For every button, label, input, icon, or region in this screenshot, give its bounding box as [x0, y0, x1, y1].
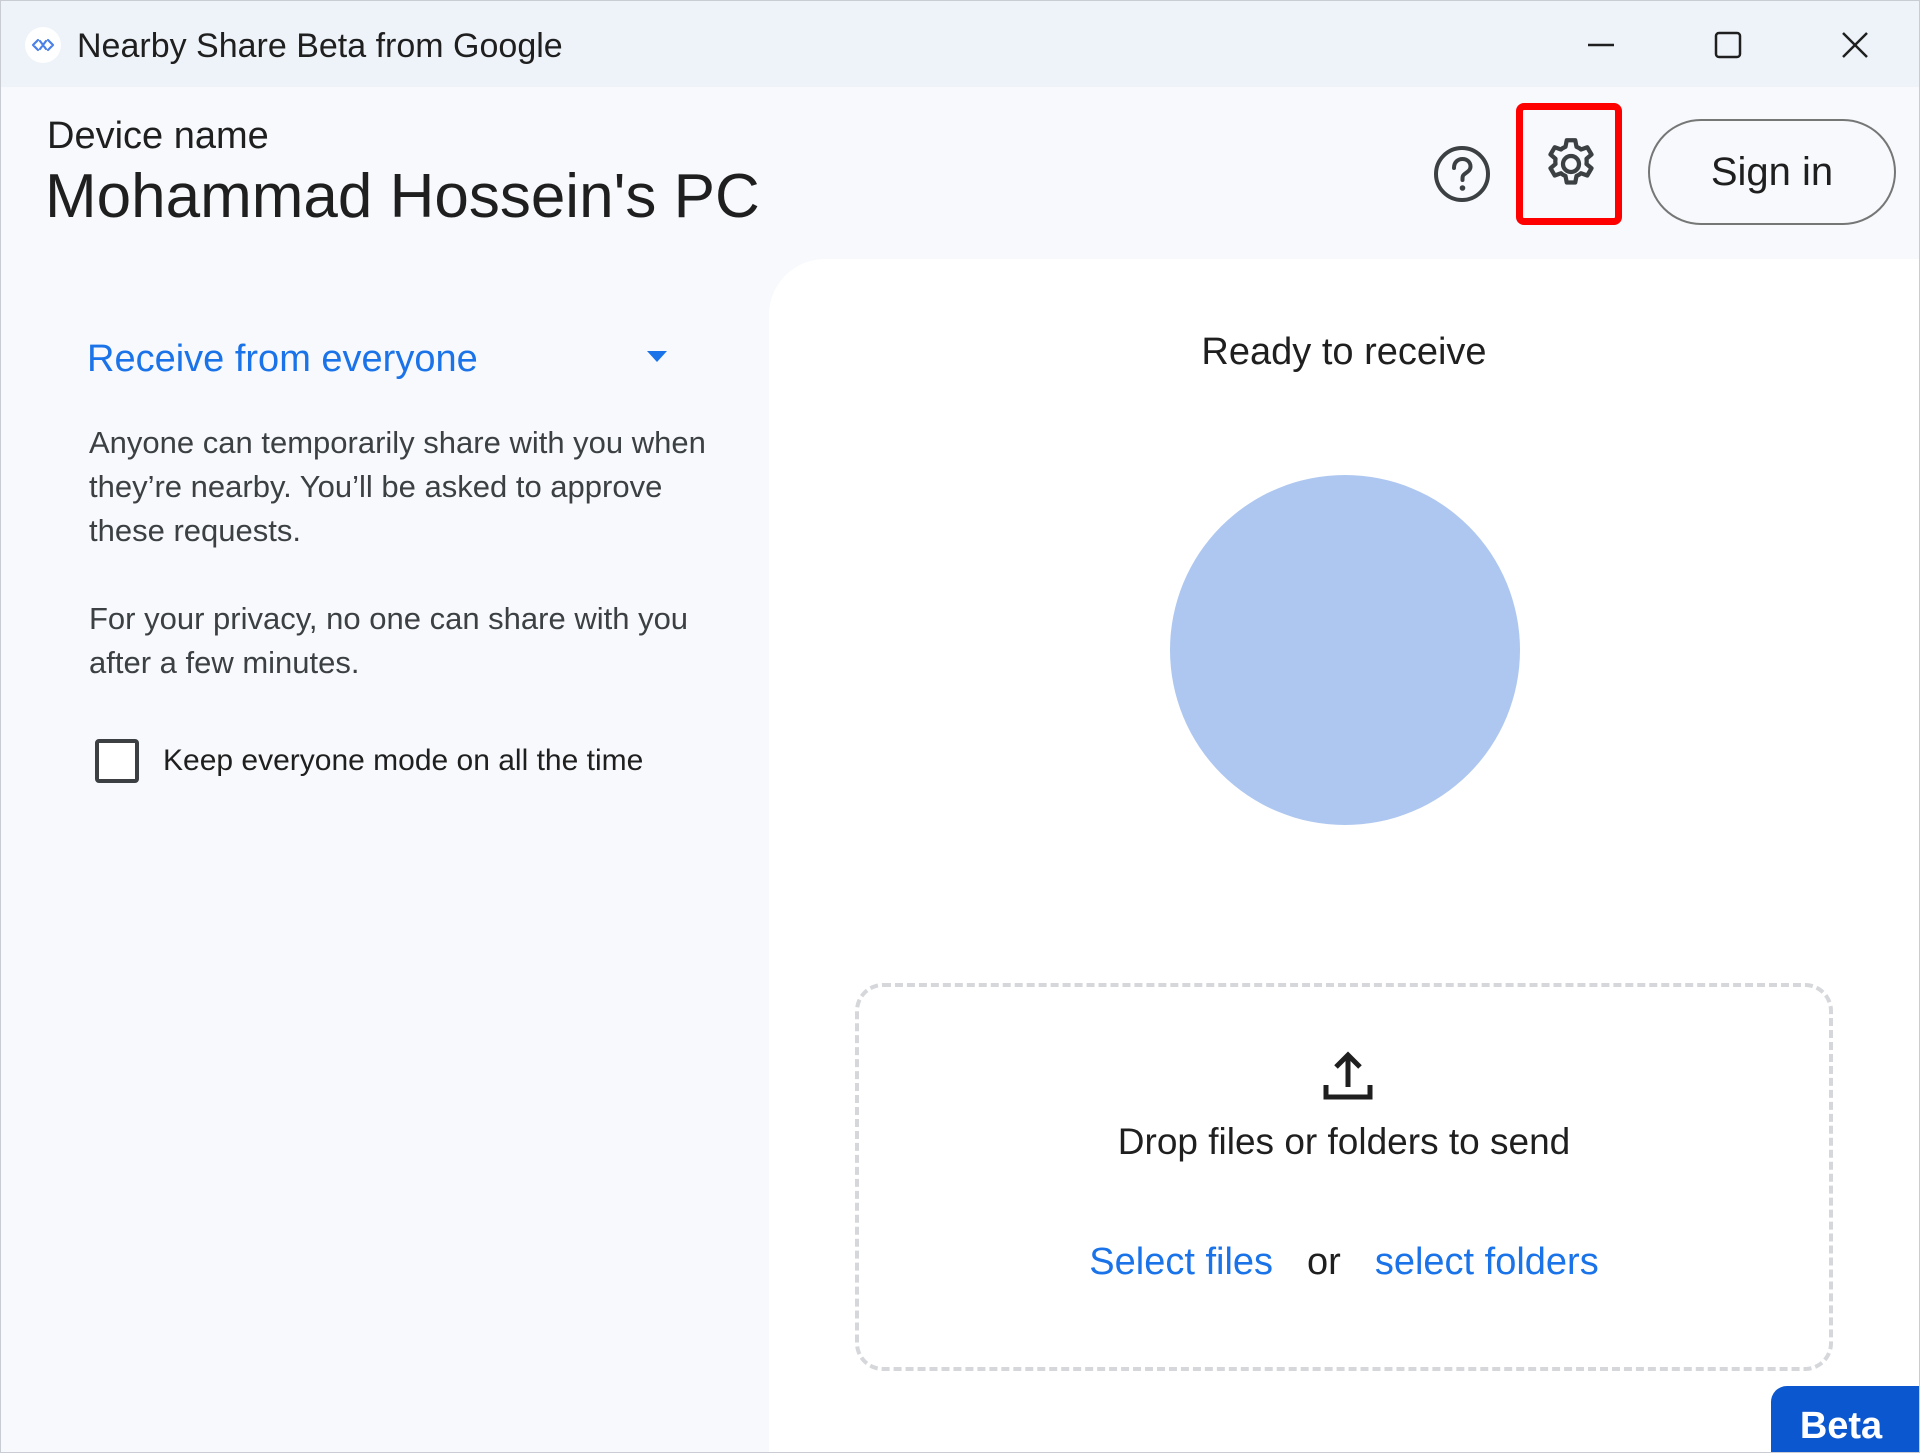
maximize-icon [1714, 31, 1742, 59]
select-options: Select files or select folders [859, 1237, 1829, 1287]
close-button[interactable] [1815, 15, 1895, 75]
dropdown-arrow-icon [647, 351, 667, 362]
device-name: Mohammad Hossein's PC [45, 162, 760, 231]
nearby-share-window: Nearby Share Beta from Google Device nam… [0, 0, 1920, 1453]
beta-badge: Beta [1771, 1386, 1919, 1452]
settings-button[interactable] [1515, 101, 1627, 227]
keep-everyone-mode-checkbox[interactable] [95, 739, 139, 783]
visibility-description: Anyone can temporarily share with you wh… [89, 425, 706, 548]
maximize-button[interactable] [1688, 15, 1768, 75]
minimize-button[interactable] [1561, 15, 1641, 75]
device-name-label: Device name [47, 115, 269, 157]
visibility-selected-label: Receive from everyone [87, 338, 478, 380]
or-text: or [1307, 1241, 1341, 1283]
nearby-share-icon [25, 27, 61, 63]
sign-in-button[interactable]: Sign in [1648, 119, 1896, 225]
help-button[interactable] [1429, 141, 1495, 207]
gear-icon [1548, 138, 1594, 185]
receive-indicator-circle [1170, 475, 1520, 825]
help-icon [1434, 146, 1490, 202]
file-drop-zone[interactable]: Drop files or folders to send Select fil… [855, 983, 1833, 1371]
window-title: Nearby Share Beta from Google [77, 27, 563, 65]
close-icon [1842, 32, 1868, 58]
select-files-link[interactable]: Select files [1089, 1241, 1273, 1283]
privacy-description: For your privacy, no one can share with … [89, 601, 689, 680]
title-bar: Nearby Share Beta from Google [1, 1, 1919, 87]
upload-icon [1323, 1051, 1373, 1100]
receive-status: Ready to receive [1201, 331, 1487, 373]
receive-panel: Ready to receive Drop files or folders t… [769, 259, 1919, 1452]
select-folders-link[interactable]: select folders [1375, 1241, 1599, 1283]
visibility-dropdown[interactable]: Receive from everyone [87, 329, 687, 389]
drop-instructions: Drop files or folders to send [1117, 1121, 1571, 1162]
keep-everyone-mode-label[interactable]: Keep everyone mode on all the time [163, 744, 643, 778]
keep-everyone-mode-row[interactable]: Keep everyone mode on all the time [95, 733, 643, 789]
minimize-icon [1588, 43, 1614, 47]
